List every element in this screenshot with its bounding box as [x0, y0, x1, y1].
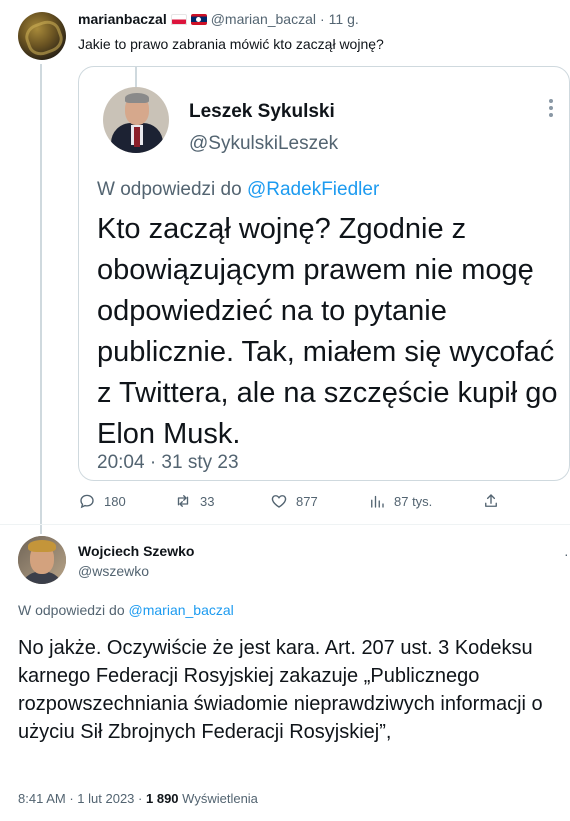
retweet-icon	[177, 495, 189, 507]
tweet-text: No jakże. Oczywiście że jest kara. Art. …	[18, 637, 543, 743]
reply-button[interactable]: 180	[78, 492, 126, 510]
embedded-timestamp: 20:04 · 31 sty 23	[97, 452, 239, 473]
analytics-icon	[371, 495, 384, 508]
author-name[interactable]: Wojciech Szewko	[78, 543, 194, 559]
separator-dot: ·	[319, 11, 325, 27]
tweet-header: marianbaczal @marian_baczal · 11 g.	[78, 11, 359, 27]
thread-connector-line	[135, 67, 137, 89]
poland-flag-icon	[170, 13, 187, 25]
avatar[interactable]	[18, 536, 66, 584]
reply-to-handle: @RadekFiedler	[246, 179, 380, 200]
reply-prefix: W odpowiedzi do	[18, 602, 125, 618]
embedded-avatar	[103, 87, 169, 153]
embedded-tweet-image[interactable]: Leszek Sykulski @SykulskiLeszek W odpowi…	[78, 66, 570, 481]
embedded-tweet-text: Kto zaczął wojnę? Zgodnie z obowiązujący…	[97, 213, 558, 450]
separator-dot: ·	[138, 791, 143, 806]
tweet-date[interactable]: 1 lut 2023	[77, 791, 134, 806]
share-icon	[485, 494, 497, 507]
reply-count: 180	[104, 493, 126, 509]
views-count: 87 tys.	[394, 493, 433, 509]
reply-icon	[80, 494, 94, 509]
divider	[0, 524, 570, 525]
like-button[interactable]: 877	[270, 492, 318, 510]
reply-prefix: W odpowiedzi do	[97, 179, 242, 200]
avatar[interactable]	[18, 12, 66, 60]
tweet-meta: 8:41 AM · 1 lut 2023 · 1 890 Wyświetleni…	[18, 791, 258, 806]
action-bar: 180 33 877 87 tys.	[78, 492, 498, 516]
retweet-count: 33	[200, 493, 215, 509]
author-name[interactable]: marianbaczal	[78, 11, 167, 27]
heart-icon	[271, 495, 287, 508]
views-count: 1 890	[146, 791, 179, 806]
tweet-time[interactable]: 8:41 AM	[18, 791, 66, 806]
author-handle[interactable]: @marian_baczal	[211, 11, 316, 27]
reply-to-handle[interactable]: @marian_baczal	[129, 602, 234, 618]
embedded-author-handle: @SykulskiLeszek	[189, 133, 339, 154]
more-options-icon[interactable]: ·	[564, 546, 569, 562]
tweet-text: Jakie to prawo zabrania mówić kto zaczął…	[78, 36, 384, 52]
embedded-author-name: Leszek Sykulski	[189, 101, 335, 122]
retweet-button[interactable]: 33	[174, 492, 214, 510]
laos-flag-icon	[190, 13, 207, 25]
more-options-icon	[549, 99, 553, 119]
author-handle[interactable]: @wszewko	[78, 563, 149, 579]
tweet-time[interactable]: 11 g.	[329, 11, 359, 27]
views-label: Wyświetlenia	[182, 791, 258, 806]
embedded-reply-context: W odpowiedzi do @RadekFiedler	[97, 179, 379, 201]
like-count: 877	[296, 493, 318, 509]
tweet[interactable]: marianbaczal @marian_baczal · 11 g. Jaki…	[0, 0, 570, 524]
separator-dot: ·	[69, 791, 74, 806]
views-button[interactable]: 87 tys.	[368, 492, 432, 510]
reply-context: W odpowiedzi do @marian_baczal	[18, 602, 234, 618]
share-button[interactable]	[482, 492, 500, 510]
